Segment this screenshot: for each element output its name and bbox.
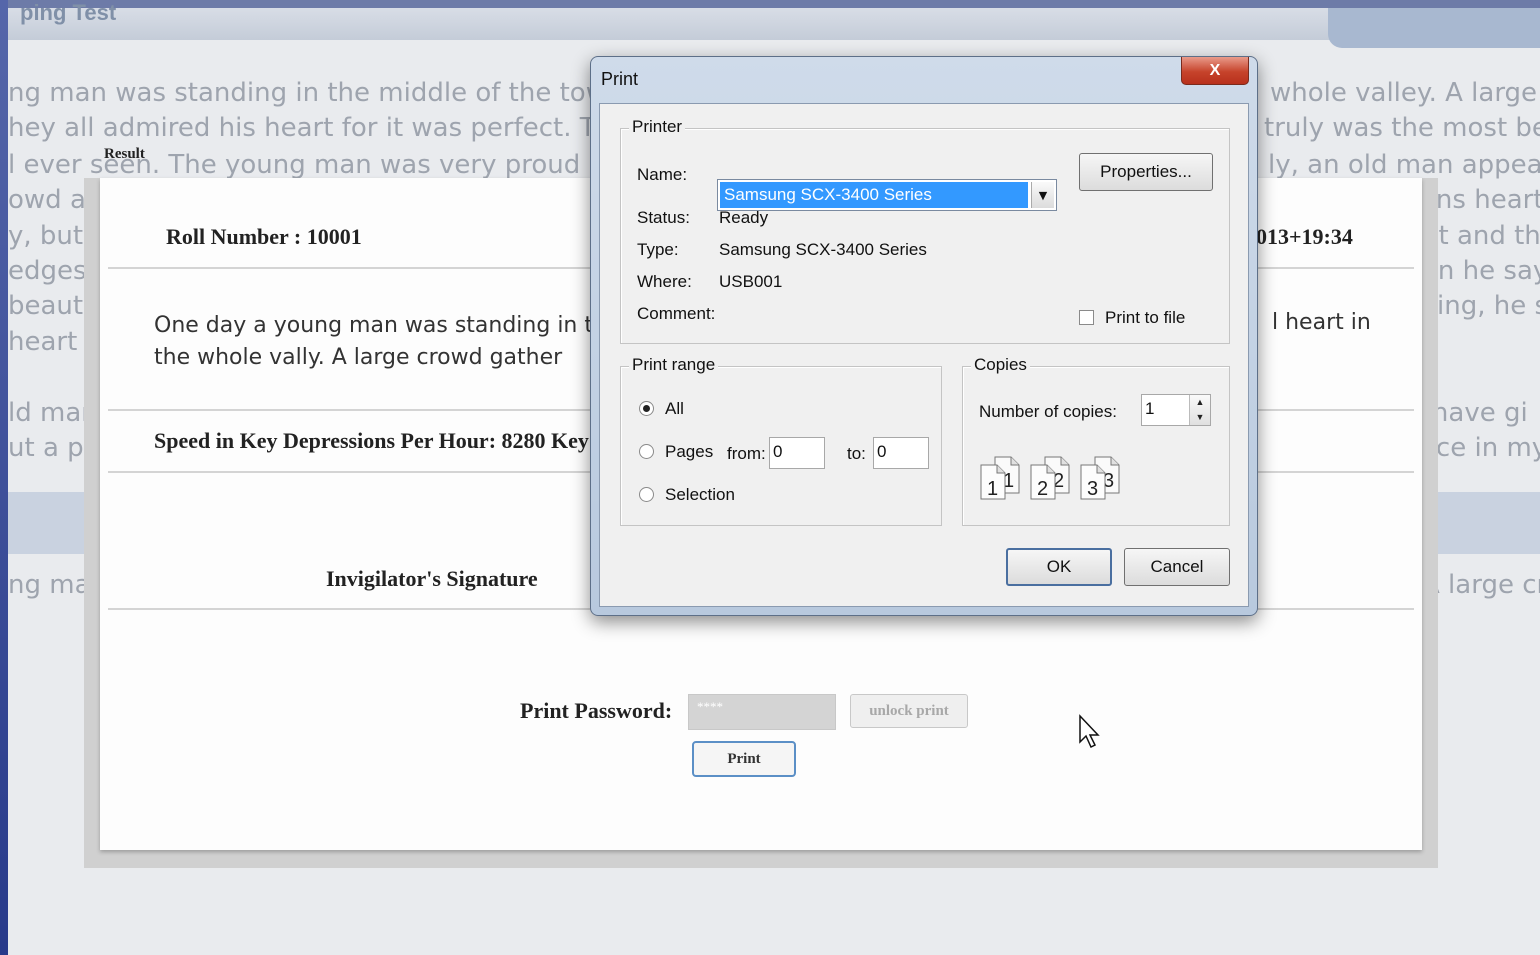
mouse-pointer-icon xyxy=(1079,714,1100,749)
where-value: USB001 xyxy=(719,272,783,291)
bg-text-line: whole valley. A large c xyxy=(1270,78,1540,108)
bg-text-line: king, he s xyxy=(1422,291,1540,321)
close-button[interactable]: X xyxy=(1181,57,1249,85)
collate-page-number: 2 xyxy=(1037,478,1048,500)
printer-name-value: Samsung SCX-3400 Series xyxy=(720,182,1028,208)
from-label: from: xyxy=(727,444,766,463)
to-input[interactable]: 0 xyxy=(873,437,929,469)
range-pages-label: Pages xyxy=(665,442,714,461)
collate-pages-icon: 1 1 xyxy=(980,456,1020,500)
dialog-body: Printer Name: Samsung SCX-3400 Series ▼ … xyxy=(599,103,1249,607)
type-value: Samsung SCX-3400 Series xyxy=(719,240,927,259)
print-button[interactable]: Print xyxy=(692,741,796,777)
to-label: to: xyxy=(847,444,866,463)
datetime-value: 013+19:34 xyxy=(1256,224,1353,249)
printer-group-label: Printer xyxy=(629,117,686,137)
paragraph-line: One day a young man was standing in th xyxy=(154,313,607,338)
properties-button[interactable]: Properties... xyxy=(1079,153,1213,191)
copies-input[interactable]: 1 ▲ ▼ xyxy=(1141,394,1211,426)
print-password-input[interactable]: **** xyxy=(688,694,836,730)
print-to-file-checkbox[interactable] xyxy=(1079,310,1094,325)
collate-pages-icon: 2 2 xyxy=(1030,456,1070,500)
bg-text-line: truly was the most bea xyxy=(1264,113,1540,143)
page-title: ping Test xyxy=(20,0,117,25)
print-range-group-label: Print range xyxy=(629,355,719,375)
print-password-label: Print Password: xyxy=(520,698,673,723)
spin-up-icon[interactable]: ▲ xyxy=(1190,395,1210,410)
range-selection-radio[interactable] xyxy=(639,487,654,502)
print-range-group: Print range All Pages from: 0 to: 0 Sele… xyxy=(620,355,942,526)
comment-label: Comment: xyxy=(637,304,716,323)
where-label: Where: xyxy=(637,272,692,291)
invigilator-signature: Invigilator's Signature xyxy=(326,566,538,591)
collate-page-number: 1 xyxy=(987,478,998,500)
bg-text-line: ht and the xyxy=(1422,221,1540,251)
window-left-border xyxy=(0,0,8,955)
copies-label: Number of copies: xyxy=(979,402,1117,421)
dialog-title: Print xyxy=(601,69,639,89)
status-label: Status: xyxy=(637,208,690,227)
typed-paragraph: One day a young man was standing in th t… xyxy=(154,310,607,374)
print-dialog: Print X Printer Name: Samsung SCX-3400 S… xyxy=(590,56,1258,616)
print-to-file-label: Print to file xyxy=(1105,308,1186,327)
range-selection-label: Selection xyxy=(665,485,735,504)
type-label: Type: xyxy=(637,240,679,259)
bg-text-line: A large cr xyxy=(1422,570,1540,600)
collate-page-number: 3 xyxy=(1087,478,1098,500)
bg-text-line: ans heart. xyxy=(1420,185,1540,215)
printer-name-select[interactable]: Samsung SCX-3400 Series ▼ xyxy=(717,179,1057,211)
range-pages-radio[interactable] xyxy=(639,444,654,459)
ok-button[interactable]: OK xyxy=(1006,548,1112,586)
unlock-print-button[interactable]: unlock print xyxy=(850,694,968,728)
status-value: Ready xyxy=(719,208,769,227)
cancel-button[interactable]: Cancel xyxy=(1124,548,1230,586)
window-top-border xyxy=(0,0,1540,8)
copies-group: Copies Number of copies: 1 ▲ ▼ 1 1 2 2 3… xyxy=(962,355,1230,526)
speed-result: Speed in Key Depressions Per Hour: 8280 … xyxy=(154,428,589,453)
chevron-down-icon[interactable]: ▼ xyxy=(1031,182,1054,208)
bg-text-line: an he say xyxy=(1422,256,1540,286)
printer-group: Printer Name: Samsung SCX-3400 Series ▼ … xyxy=(620,117,1230,344)
from-input[interactable]: 0 xyxy=(769,437,825,469)
page-header: ping Test xyxy=(8,0,1540,48)
range-all-radio[interactable] xyxy=(639,401,654,416)
copies-spinner[interactable]: ▲ ▼ xyxy=(1189,395,1210,425)
bg-text-line: l ever seen. The young man was very prou… xyxy=(8,150,638,180)
bg-text-line: ng man was standing in the middle of the… xyxy=(8,78,624,108)
copies-group-label: Copies xyxy=(971,355,1030,375)
name-label: Name: xyxy=(637,165,688,184)
result-label: Result xyxy=(104,146,145,162)
header-tab[interactable] xyxy=(1328,8,1540,48)
collate-pages-icon: 3 3 xyxy=(1080,456,1120,500)
paragraph-line: the whole vally. A large crowd gather xyxy=(154,345,563,370)
copies-value: 1 xyxy=(1145,399,1155,418)
bg-text-line: ace in my xyxy=(1420,433,1540,463)
spin-down-icon[interactable]: ▼ xyxy=(1190,410,1210,425)
roll-number: Roll Number : 10001 xyxy=(166,224,362,249)
bg-text-line: edges. xyxy=(8,256,95,286)
range-all-label: All xyxy=(665,399,684,418)
paragraph-fragment: l heart in xyxy=(1272,310,1371,335)
close-icon: X xyxy=(1209,61,1221,79)
bg-text-line: hey all admired his heart for it was per… xyxy=(8,113,629,143)
bg-text-line: ly, an old man appeare xyxy=(1268,150,1540,180)
